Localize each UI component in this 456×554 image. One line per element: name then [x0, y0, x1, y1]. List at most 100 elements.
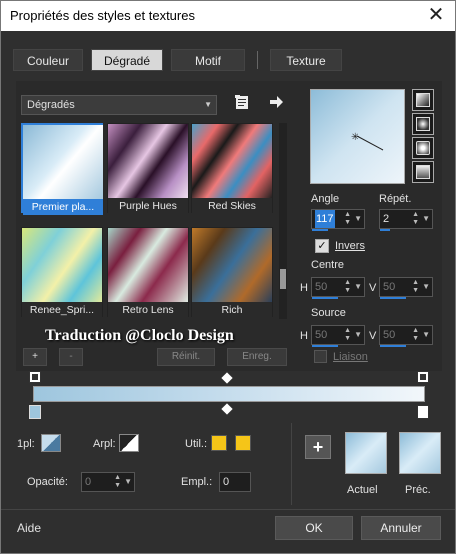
center-h-spinbox[interactable]: 50 ▲ ▼ ▼: [311, 277, 365, 299]
source-v-value[interactable]: 50: [383, 326, 401, 344]
previous-swatch[interactable]: [399, 432, 441, 474]
gradient-list-scrollbar[interactable]: [279, 123, 287, 319]
gradient-ramp-bar[interactable]: [33, 386, 425, 402]
chevron-down-icon[interactable]: ▼: [354, 278, 362, 296]
reset-button[interactable]: Réinit.: [157, 348, 215, 366]
top-right-stop-marker[interactable]: [417, 371, 429, 383]
ok-button[interactable]: OK: [275, 516, 353, 540]
chevron-down-icon[interactable]: ▼: [354, 326, 362, 344]
save-button[interactable]: Enreg.: [227, 348, 287, 366]
chevron-down-icon: ▼: [204, 100, 212, 109]
tab-texture[interactable]: Texture: [270, 49, 342, 71]
gradient-item[interactable]: Red Skies: [191, 123, 273, 214]
styles-textures-dialog: Propriétés des styles et textures ✕ Coul…: [0, 0, 456, 554]
spin-arrows-icon[interactable]: ▲ ▼: [412, 211, 419, 227]
spin-arrows-icon[interactable]: ▲ ▼: [114, 474, 121, 490]
footer-divider: [1, 509, 455, 510]
center-h-value[interactable]: 50: [315, 278, 333, 296]
empl-value[interactable]: 0: [223, 473, 241, 491]
scrollbar-thumb[interactable]: [280, 269, 286, 289]
spin-arrows-icon[interactable]: ▲ ▼: [412, 279, 419, 295]
add-gradient-button[interactable]: +: [23, 348, 47, 366]
category-value: Dégradés: [27, 99, 75, 111]
spin-arrows-icon[interactable]: ▲ ▼: [344, 327, 351, 343]
empl-field[interactable]: 0: [219, 472, 251, 492]
util-color-swatch-1[interactable]: [211, 435, 227, 451]
gradient-item[interactable]: Premier pla...: [21, 123, 103, 215]
bottom-midpoint-marker[interactable]: [221, 403, 233, 415]
gradient-swatch: [22, 228, 102, 302]
current-swatch[interactable]: [345, 432, 387, 474]
tab-motif[interactable]: Motif: [171, 49, 245, 71]
spin-arrows-icon[interactable]: ▲ ▼: [344, 211, 351, 227]
top-left-stop-marker[interactable]: [29, 371, 41, 383]
source-v-label: V: [369, 330, 377, 342]
invert-checkbox[interactable]: ✓: [315, 239, 329, 253]
gradient-item[interactable]: Renee_Spri...: [21, 227, 103, 318]
add-to-library-button[interactable]: +: [305, 435, 331, 459]
repeat-spinbox[interactable]: 2 ▲ ▼ ▼: [379, 209, 433, 231]
gradient-preview[interactable]: ✳: [310, 89, 405, 184]
repeat-level-bar: [380, 229, 390, 231]
chevron-down-icon[interactable]: ▼: [422, 278, 430, 296]
gradient-item[interactable]: Retro Lens: [107, 227, 189, 318]
source-h-spinbox[interactable]: 50 ▲ ▼ ▼: [311, 325, 365, 347]
source-h-value[interactable]: 50: [315, 326, 333, 344]
repeat-value[interactable]: 2: [383, 210, 401, 228]
cancel-button[interactable]: Annuler: [361, 516, 441, 540]
arrow-right-icon[interactable]: [267, 93, 285, 111]
gradient-name: Purple Hues: [108, 198, 188, 214]
sunburst-style-icon[interactable]: [412, 137, 434, 159]
start-color-stop[interactable]: [29, 405, 41, 419]
empl-label: Empl.:: [181, 476, 213, 488]
first-plan-label: 1pl:: [17, 438, 35, 450]
tab-divider: [257, 51, 258, 69]
category-dropdown[interactable]: Dégradés ▼: [21, 95, 217, 115]
remove-gradient-button[interactable]: -: [59, 348, 83, 366]
chevron-down-icon[interactable]: ▼: [422, 326, 430, 344]
center-v-level-bar: [380, 297, 406, 299]
watermark-text: Traduction @Cloclo Design: [45, 327, 234, 344]
gradient-editor[interactable]: [29, 371, 429, 421]
gradient-item[interactable]: Rich: [191, 227, 273, 318]
top-midpoint-marker[interactable]: [221, 372, 233, 384]
link-label: Liaison: [333, 351, 368, 363]
center-v-label: V: [369, 282, 377, 294]
rectangular-style-icon[interactable]: [412, 113, 434, 135]
spin-arrows-icon[interactable]: ▲ ▼: [344, 279, 351, 295]
center-v-value[interactable]: 50: [383, 278, 401, 296]
util-color-swatch-2[interactable]: [235, 435, 251, 451]
file-folder-icon[interactable]: [233, 93, 251, 111]
gradient-swatch: [108, 124, 188, 198]
help-link[interactable]: Aide: [17, 521, 41, 535]
gradient-swatch: [192, 124, 272, 198]
tab-degrade[interactable]: Dégradé: [91, 49, 163, 71]
center-v-spinbox[interactable]: 50 ▲ ▼ ▼: [379, 277, 433, 299]
chevron-down-icon[interactable]: ▼: [354, 210, 362, 228]
end-color-stop[interactable]: [417, 405, 429, 419]
gradient-name: Retro Lens: [108, 302, 188, 318]
link-checkbox[interactable]: [314, 350, 327, 363]
tab-couleur[interactable]: Couleur: [13, 49, 83, 71]
gradient-name: Red Skies: [192, 198, 272, 214]
back-plan-swatch[interactable]: [119, 434, 139, 452]
gradient-item[interactable]: Purple Hues: [107, 123, 189, 214]
angle-value[interactable]: 117: [315, 210, 335, 228]
opacity-spinbox[interactable]: 0 ▲ ▼ ▼: [81, 472, 135, 492]
source-v-spinbox[interactable]: 50 ▲ ▼ ▼: [379, 325, 433, 347]
angle-spinbox[interactable]: 117 ▲ ▼ ▼: [311, 209, 365, 231]
radial-style-icon[interactable]: [412, 161, 434, 183]
opacity-value[interactable]: 0: [85, 473, 103, 491]
source-h-label: H: [300, 330, 308, 342]
chevron-down-icon[interactable]: ▼: [124, 473, 132, 491]
center-label: Centre: [311, 259, 345, 271]
chevron-down-icon[interactable]: ▼: [422, 210, 430, 228]
gradient-name: Renee_Spri...: [22, 302, 102, 318]
close-icon[interactable]: ✕: [425, 4, 447, 26]
source-h-level-bar: [312, 345, 338, 347]
first-plan-swatch[interactable]: [41, 434, 61, 452]
spin-arrows-icon[interactable]: ▲ ▼: [412, 327, 419, 343]
linear-style-icon[interactable]: [412, 89, 434, 111]
center-h-level-bar: [312, 297, 338, 299]
window-title: Propriétés des styles et textures: [10, 8, 195, 23]
